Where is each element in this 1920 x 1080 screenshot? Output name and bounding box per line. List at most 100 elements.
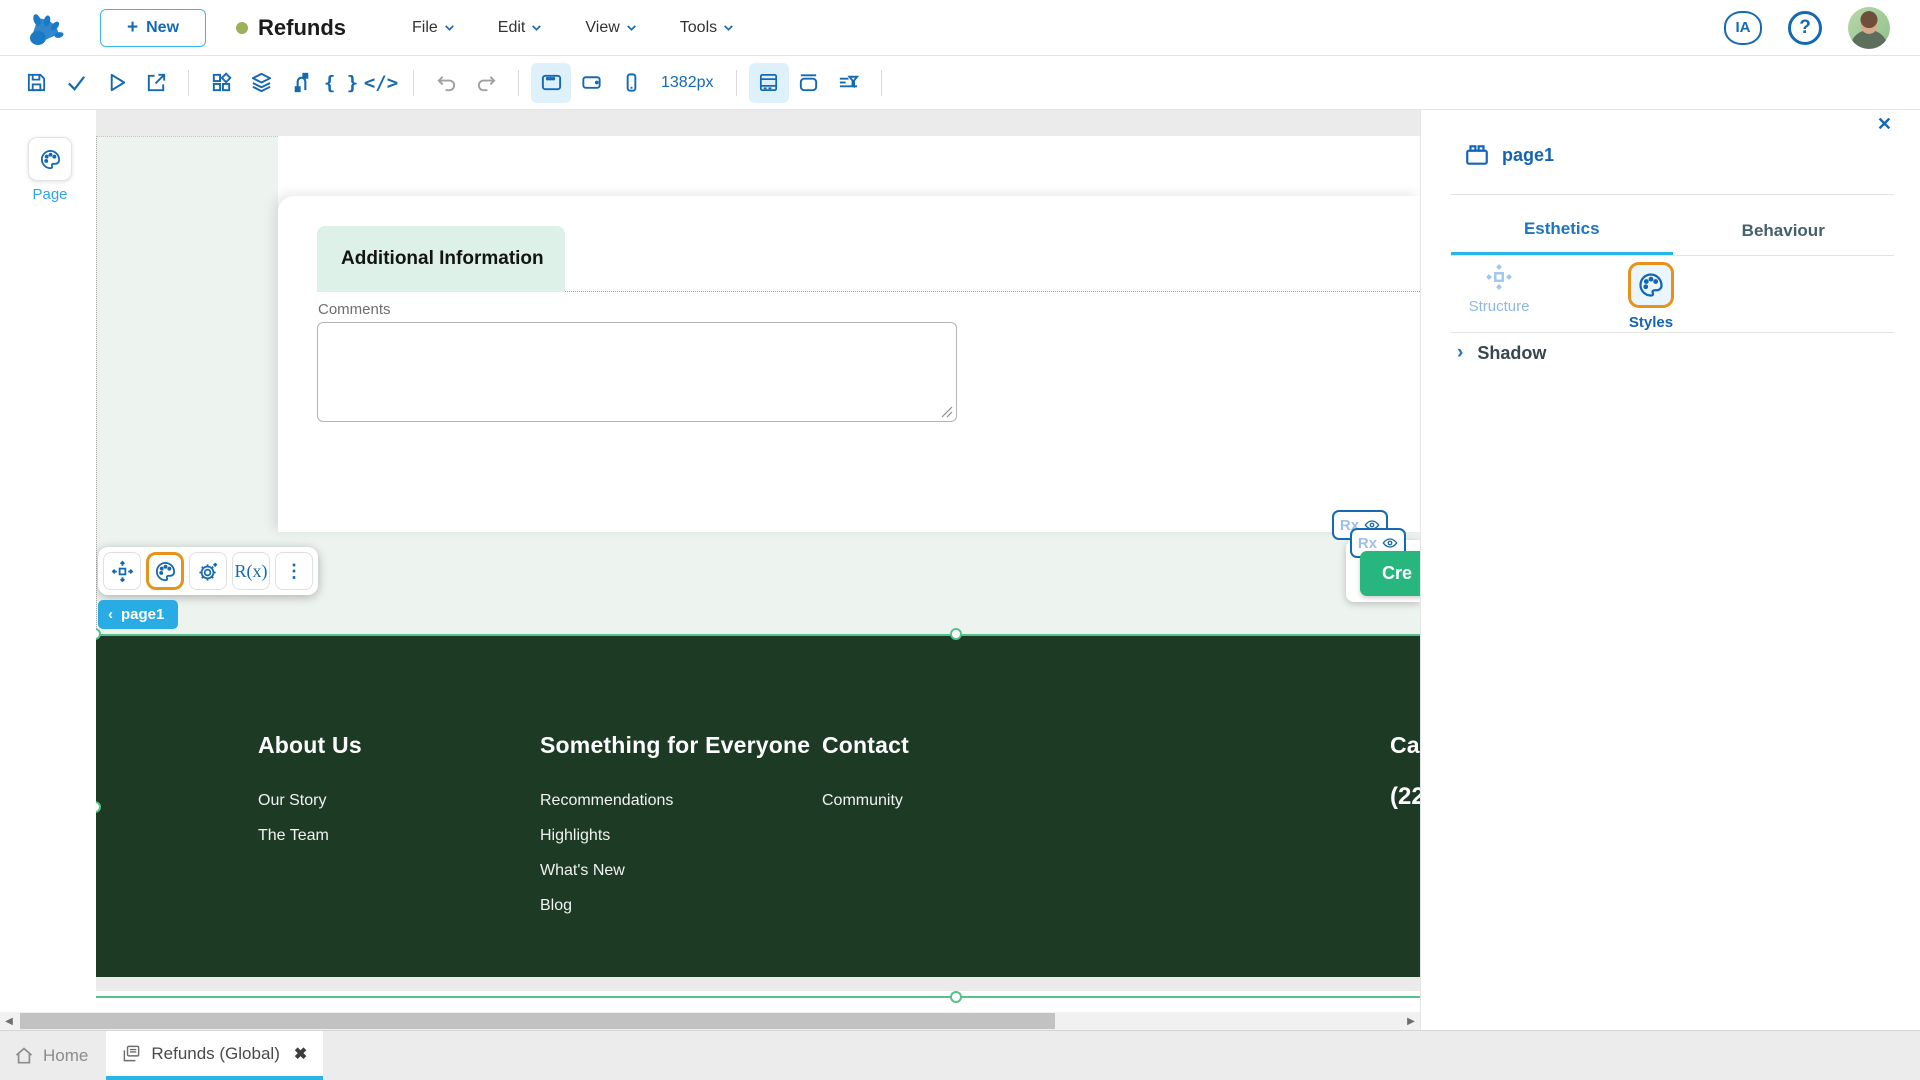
tab-refunds-global[interactable]: Refunds (Global) ✖ bbox=[106, 1031, 324, 1080]
new-button-label: New bbox=[146, 18, 180, 36]
viewport-width-value[interactable]: 1382px bbox=[661, 74, 714, 92]
divider bbox=[188, 69, 189, 96]
chevron-down-icon bbox=[626, 25, 636, 31]
formula-element-button[interactable]: R(x) bbox=[232, 552, 270, 590]
layers-button[interactable] bbox=[241, 63, 281, 103]
source-code-button[interactable]: </> bbox=[361, 63, 401, 103]
app-title: Refunds bbox=[258, 14, 347, 40]
toggle-styles[interactable]: Styles bbox=[1603, 262, 1699, 331]
palette-icon bbox=[1639, 273, 1663, 297]
top-header: + New Refunds File Edit View Tools IA ? bbox=[0, 0, 1920, 56]
help-label: ? bbox=[1799, 16, 1811, 38]
ia-assistant-icon[interactable]: IA bbox=[1724, 10, 1762, 45]
horizontal-scrollbar[interactable]: ◀ ▶ bbox=[0, 1012, 1420, 1030]
function-rx-icon: R(x) bbox=[234, 560, 268, 581]
mobile-view-button[interactable] bbox=[611, 63, 651, 103]
publish-button[interactable] bbox=[136, 63, 176, 103]
canvas-top-margin bbox=[96, 110, 1420, 136]
page-layout-icon bbox=[759, 73, 778, 92]
preview-button[interactable] bbox=[96, 63, 136, 103]
tab-home[interactable]: Home bbox=[0, 1031, 106, 1080]
footer-block[interactable]: About Us Our Story The Team Something fo… bbox=[96, 628, 1420, 977]
gear-sparkle-icon bbox=[198, 562, 217, 581]
divider bbox=[413, 69, 414, 96]
menu-view[interactable]: View bbox=[585, 19, 637, 37]
eye-icon bbox=[1382, 538, 1398, 548]
components-button[interactable] bbox=[201, 63, 241, 103]
selection-bottom-line bbox=[96, 991, 1420, 1003]
footer-link[interactable]: The Team bbox=[258, 818, 362, 853]
tab-esthetics[interactable]: Esthetics bbox=[1451, 206, 1673, 255]
scroll-right-arrow[interactable]: ▶ bbox=[1402, 1012, 1420, 1030]
properties-panel: ✕ page1 Esthetics Behaviour Structure St… bbox=[1420, 110, 1920, 1030]
panel-close-icon[interactable]: ✕ bbox=[1877, 114, 1892, 135]
chevron-left-icon: ‹ bbox=[108, 606, 113, 623]
footer-heading: About Us bbox=[258, 732, 362, 758]
selection-handle-left-middle[interactable] bbox=[96, 801, 101, 813]
footer-link[interactable]: Blog bbox=[540, 888, 810, 923]
chevron-down-icon bbox=[444, 25, 454, 31]
resize-grip-icon[interactable] bbox=[941, 406, 953, 418]
undo-icon bbox=[436, 76, 455, 92]
styles-element-button[interactable] bbox=[146, 552, 184, 590]
panel-tabs: Esthetics Behaviour bbox=[1451, 206, 1894, 256]
footer-link[interactable]: What's New bbox=[540, 853, 810, 888]
builder-toolbar: { } </> 1382px bbox=[0, 56, 1920, 110]
footer-link[interactable]: Recommendations bbox=[540, 783, 810, 818]
new-button[interactable]: + New bbox=[100, 8, 207, 47]
close-tab-icon[interactable]: ✖ bbox=[294, 1044, 307, 1064]
create-button[interactable]: Cre bbox=[1360, 551, 1420, 596]
comments-textarea[interactable] bbox=[317, 322, 957, 422]
toggle-structure[interactable]: Structure bbox=[1451, 262, 1547, 331]
divider bbox=[735, 69, 737, 96]
scrollbar-thumb[interactable] bbox=[20, 1013, 1055, 1029]
user-avatar[interactable] bbox=[1848, 6, 1890, 49]
save-button[interactable] bbox=[16, 63, 56, 103]
tablet-view-button[interactable] bbox=[571, 63, 611, 103]
help-icon[interactable]: ? bbox=[1788, 10, 1822, 45]
blocks-icon bbox=[212, 72, 232, 92]
shadow-accordion[interactable]: › Shadow bbox=[1457, 342, 1546, 364]
plus-icon: + bbox=[127, 16, 139, 38]
comments-field-label: Comments bbox=[318, 301, 391, 318]
menu-edit[interactable]: Edit bbox=[498, 19, 544, 37]
page-layout-button[interactable] bbox=[748, 62, 789, 103]
scroll-left-arrow[interactable]: ◀ bbox=[0, 1012, 18, 1030]
menu-tools[interactable]: Tools bbox=[680, 19, 735, 37]
frame-button[interactable] bbox=[789, 63, 829, 103]
footer-link[interactable]: Our Story bbox=[258, 783, 362, 818]
tab-additional-information[interactable]: Additional Information bbox=[317, 226, 565, 292]
frame-icon bbox=[799, 74, 818, 92]
panel-title: page1 bbox=[1502, 144, 1555, 165]
footer-link[interactable]: Community bbox=[822, 783, 909, 818]
check-icon bbox=[67, 76, 85, 91]
app-logo-footprint-icon[interactable] bbox=[26, 8, 66, 48]
footer-phone: (22 bbox=[1390, 783, 1420, 810]
divider bbox=[880, 69, 882, 96]
filter-lines-icon bbox=[839, 75, 860, 89]
validate-button[interactable] bbox=[56, 63, 96, 103]
more-options-button[interactable]: ⋮ bbox=[275, 552, 313, 590]
tab-behaviour[interactable]: Behaviour bbox=[1673, 206, 1895, 255]
redo-button[interactable] bbox=[466, 63, 506, 103]
layers-icon bbox=[251, 72, 271, 93]
desktop-view-button[interactable] bbox=[531, 62, 571, 103]
filter-button[interactable] bbox=[829, 63, 869, 103]
menu-file[interactable]: File bbox=[412, 19, 456, 37]
footer-column-about: About Us Our Story The Team bbox=[258, 732, 362, 853]
undo-button[interactable] bbox=[426, 63, 466, 103]
connector-button[interactable] bbox=[281, 63, 321, 103]
selection-handle-bottom-center[interactable] bbox=[950, 991, 962, 1003]
desktop-icon bbox=[541, 74, 561, 91]
page-rail-label: Page bbox=[32, 186, 68, 203]
breadcrumb-chip-page1[interactable]: ‹ page1 bbox=[98, 600, 179, 629]
selection-handle-top-center[interactable] bbox=[950, 628, 962, 640]
settings-element-button[interactable] bbox=[189, 552, 227, 590]
page-style-button[interactable] bbox=[28, 137, 72, 181]
footer-link[interactable]: Highlights bbox=[540, 818, 810, 853]
braces-button[interactable]: { } bbox=[321, 63, 361, 103]
document-tabs-bar: Home Refunds (Global) ✖ bbox=[0, 1030, 1920, 1080]
breadcrumb-chip-label: page1 bbox=[121, 606, 165, 623]
home-tab-label: Home bbox=[43, 1045, 89, 1065]
move-element-button[interactable] bbox=[103, 552, 141, 590]
